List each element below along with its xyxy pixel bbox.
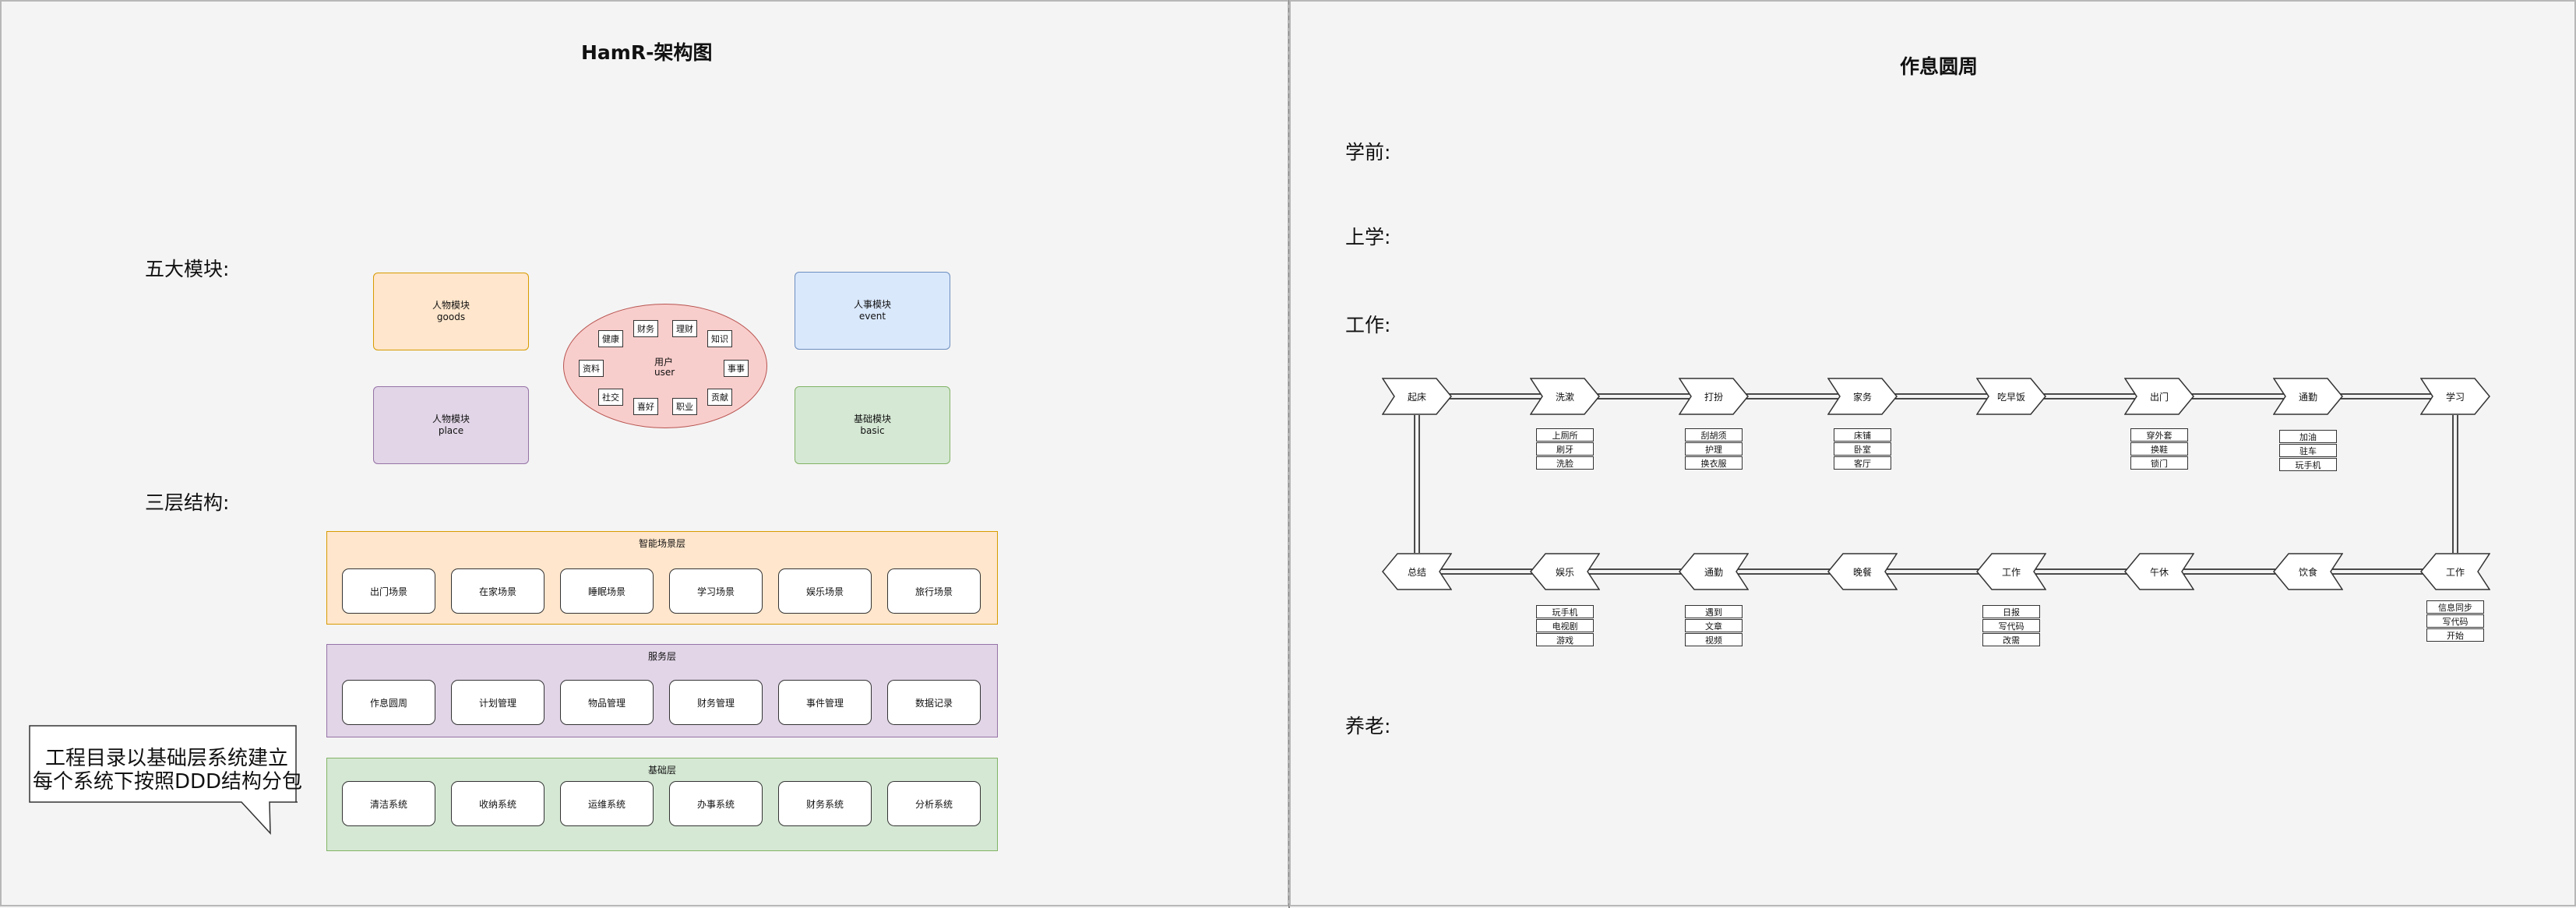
cycle-step-bottom[interactable]: 通勤 [1679,553,1749,590]
cycle-tag: 卧室 [1834,442,1891,456]
cycle-tag: 写代码 [1982,619,2040,632]
step-label: 娱乐 [1555,566,1574,578]
step-label: 通勤 [2298,391,2317,403]
cycle-tag: 穿外套 [2130,428,2188,442]
step-label: 出门 [2149,391,2169,403]
cycle-tag: 驻车 [2279,444,2337,457]
cycle-step-bottom[interactable]: 晚餐 [1827,553,1898,590]
cycle-step-top[interactable]: 家务 [1827,378,1898,415]
cycle-tag: 洗脸 [1536,456,1594,470]
step-label: 通勤 [1704,566,1723,578]
cycle-tag: 写代码 [2426,614,2484,628]
step-label: 总结 [1407,566,1426,578]
cycle-step-top[interactable]: 通勤 [2273,378,2343,415]
cycle-connectors [1414,393,2458,575]
cycle-tag: 上厕所 [1536,428,1594,442]
cycle-tag: 游戏 [1536,633,1594,646]
cycle-tag: 电视剧 [1536,619,1594,632]
cycle-tag: 开始 [2426,628,2484,642]
cycle-step-top[interactable]: 起床 [1382,378,1452,415]
cycle-step-bottom[interactable]: 工作 [1976,553,2046,590]
cycle-step-top[interactable]: 打扮 [1679,378,1749,415]
cycle-tag: 刷牙 [1536,442,1594,456]
step-label: 饮食 [2298,566,2317,578]
cycle-step-top[interactable]: 出门 [2124,378,2194,415]
cycle-step-top[interactable]: 洗漱 [1530,378,1600,415]
canvas: HamR-架构图 五大模块: 三层结构: 人物模块 goods 人物模块 pla… [0,0,2576,908]
cycle-step-bottom[interactable]: 饮食 [2273,553,2343,590]
cycle-step-top[interactable]: 吃早饭 [1976,378,2046,415]
cycle-tag: 玩手机 [2279,458,2337,471]
cycle-tag: 换衣服 [1685,456,1743,470]
cycle-tag: 刮胡须 [1685,428,1743,442]
cycle-step-bottom[interactable]: 午休 [2124,553,2194,590]
cycle-step-bottom[interactable]: 工作 [2420,553,2490,590]
step-label: 家务 [1852,391,1872,403]
cycle-tag: 改需 [1982,633,2040,646]
cycle-tag: 客厅 [1834,456,1891,470]
step-label: 工作 [2445,566,2465,578]
cycle-step-bottom[interactable]: 娱乐 [1530,553,1600,590]
step-label: 吃早饭 [1996,391,2025,403]
step-label: 晚餐 [1852,566,1872,578]
cycle-tag: 日报 [1982,605,2040,618]
cycle-step-top[interactable]: 学习 [2420,378,2490,415]
cycle-tag: 信息同步 [2426,600,2484,614]
step-label: 学习 [2445,391,2465,403]
cycle-tag: 锁门 [2130,456,2188,470]
cycle-step-bottom[interactable]: 总结 [1382,553,1452,590]
step-label: 午休 [2149,566,2169,578]
cycle-tag: 遇到 [1685,605,1743,618]
step-label: 工作 [2001,566,2021,578]
cycle-tag: 换鞋 [2130,442,2188,456]
cycle-tag: 文章 [1685,619,1743,632]
step-label: 起床 [1407,391,1426,403]
step-label: 打扮 [1704,391,1723,403]
step-label: 洗漱 [1555,391,1574,403]
cycle-tag: 加油 [2279,430,2337,443]
cycle-tag: 视频 [1685,633,1743,646]
cycle-tag: 玩手机 [1536,605,1594,618]
cycle-tag: 床铺 [1834,428,1891,442]
cycle-tag: 护理 [1685,442,1743,456]
